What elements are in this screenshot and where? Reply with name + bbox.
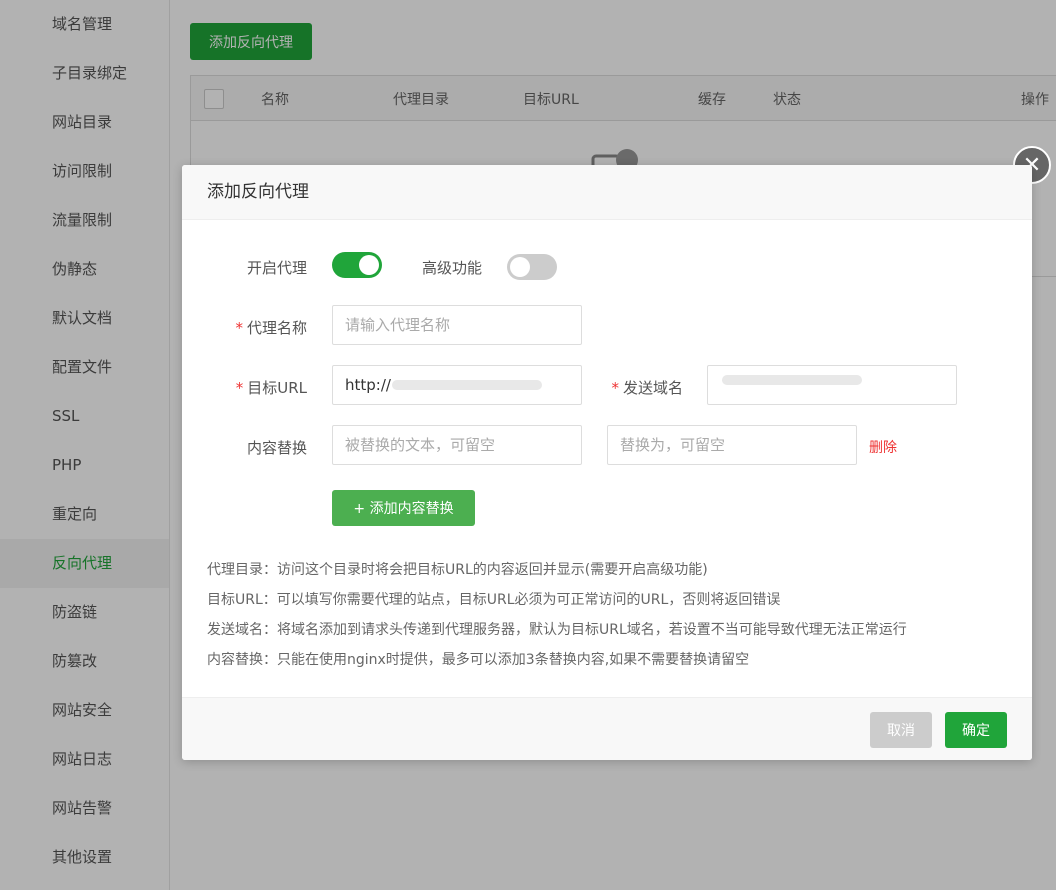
help-line: 代理目录：访问这个目录时将会把目标URL的内容返回并显示(需要开启高级功能) xyxy=(207,562,708,578)
plus-icon: + xyxy=(353,501,366,517)
replace-from-input[interactable] xyxy=(332,425,582,465)
target-url-label: * 目标URL xyxy=(182,377,307,398)
proxy-name-label: * 代理名称 xyxy=(182,317,307,338)
required-mark: * xyxy=(235,379,244,397)
required-mark: * xyxy=(235,319,243,337)
toggle-knob xyxy=(510,257,530,277)
proxy-name-label-text: 代理名称 xyxy=(246,319,307,337)
add-content-replace-label: 添加内容替换 xyxy=(369,501,454,517)
confirm-button[interactable]: 确定 xyxy=(945,712,1007,748)
required-mark: * xyxy=(611,379,619,397)
cancel-button[interactable]: 取消 xyxy=(870,712,932,748)
send-domain-label-text: 发送域名 xyxy=(622,379,683,397)
enable-proxy-label: 开启代理 xyxy=(246,259,307,277)
target-url-label-text: 目标URL xyxy=(247,379,307,397)
help-line: 内容替换：只能在使用nginx时提供，最多可以添加3条替换内容,如果不需要替换请… xyxy=(207,652,750,668)
content-replace-label: 内容替换 xyxy=(246,439,307,457)
advanced-label: 高级功能 xyxy=(421,259,482,277)
add-reverse-proxy-dialog: 添加反向代理 开启代理 高级功能 *代理名称 *目标URL http:// *发… xyxy=(182,165,1032,760)
dialog-title: 添加反向代理 xyxy=(182,165,1032,220)
redacted-text xyxy=(392,380,542,390)
send-domain-label: * 发送域名 xyxy=(557,377,683,398)
help-line: 发送域名：将域名添加到请求头传递到代理服务器，默认为目标URL域名，若设置不当可… xyxy=(207,622,907,638)
redacted-text xyxy=(722,375,862,385)
replace-to-input[interactable] xyxy=(607,425,857,465)
send-domain-input[interactable] xyxy=(707,365,957,405)
help-notes: 代理目录：访问这个目录时将会把目标URL的内容返回并显示(需要开启高级功能) 目… xyxy=(207,555,907,675)
add-content-replace-button[interactable]: + 添加内容替换 xyxy=(332,490,475,526)
proxy-name-input[interactable] xyxy=(332,305,582,345)
target-url-value: http:// xyxy=(345,376,391,394)
dialog-footer: 取消 确定 xyxy=(182,697,1032,760)
help-line: 目标URL：可以填写你需要代理的站点，目标URL必须为可正常访问的URL，否则将… xyxy=(207,592,781,608)
advanced-toggle[interactable] xyxy=(507,254,557,280)
delete-replace-link[interactable]: 删除 xyxy=(869,437,897,457)
